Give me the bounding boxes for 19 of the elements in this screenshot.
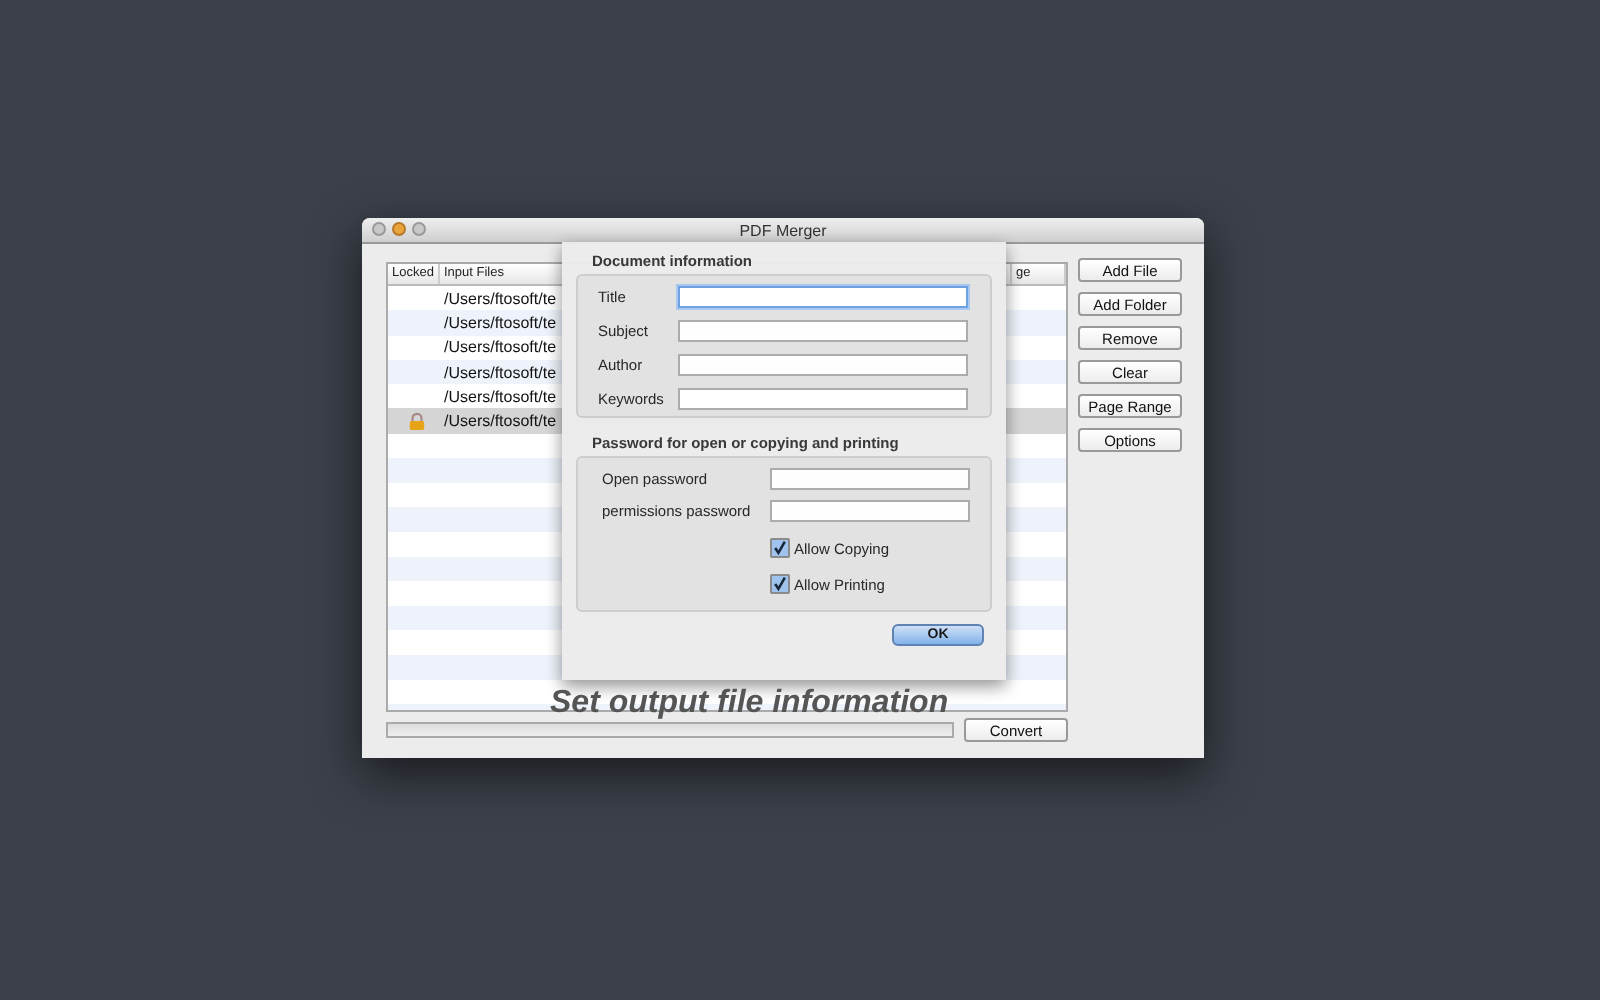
password-field[interactable] — [770, 468, 970, 490]
file-path: /Users/ftosoft/te — [444, 289, 557, 308]
text-field[interactable] — [678, 388, 968, 410]
file-path: /Users/ftosoft/te — [444, 338, 557, 357]
caption-text: Set output file information — [550, 686, 949, 722]
password-field[interactable] — [770, 500, 970, 522]
window-title: PDF Merger — [739, 221, 827, 239]
close-icon[interactable] — [372, 222, 386, 236]
text-field[interactable] — [678, 286, 968, 308]
file-path: /Users/ftosoft/te — [444, 363, 557, 382]
checkbox[interactable] — [770, 574, 790, 594]
checkbox[interactable] — [770, 538, 790, 558]
file-path: /Users/ftosoft/te — [444, 412, 557, 431]
file-path: /Users/ftosoft/te — [444, 313, 557, 332]
file-path: /Users/ftosoft/te — [444, 387, 557, 406]
minimize-icon[interactable] — [392, 222, 406, 236]
text-field[interactable] — [678, 354, 968, 376]
zoom-icon[interactable] — [412, 222, 426, 236]
text-field[interactable] — [678, 320, 968, 342]
